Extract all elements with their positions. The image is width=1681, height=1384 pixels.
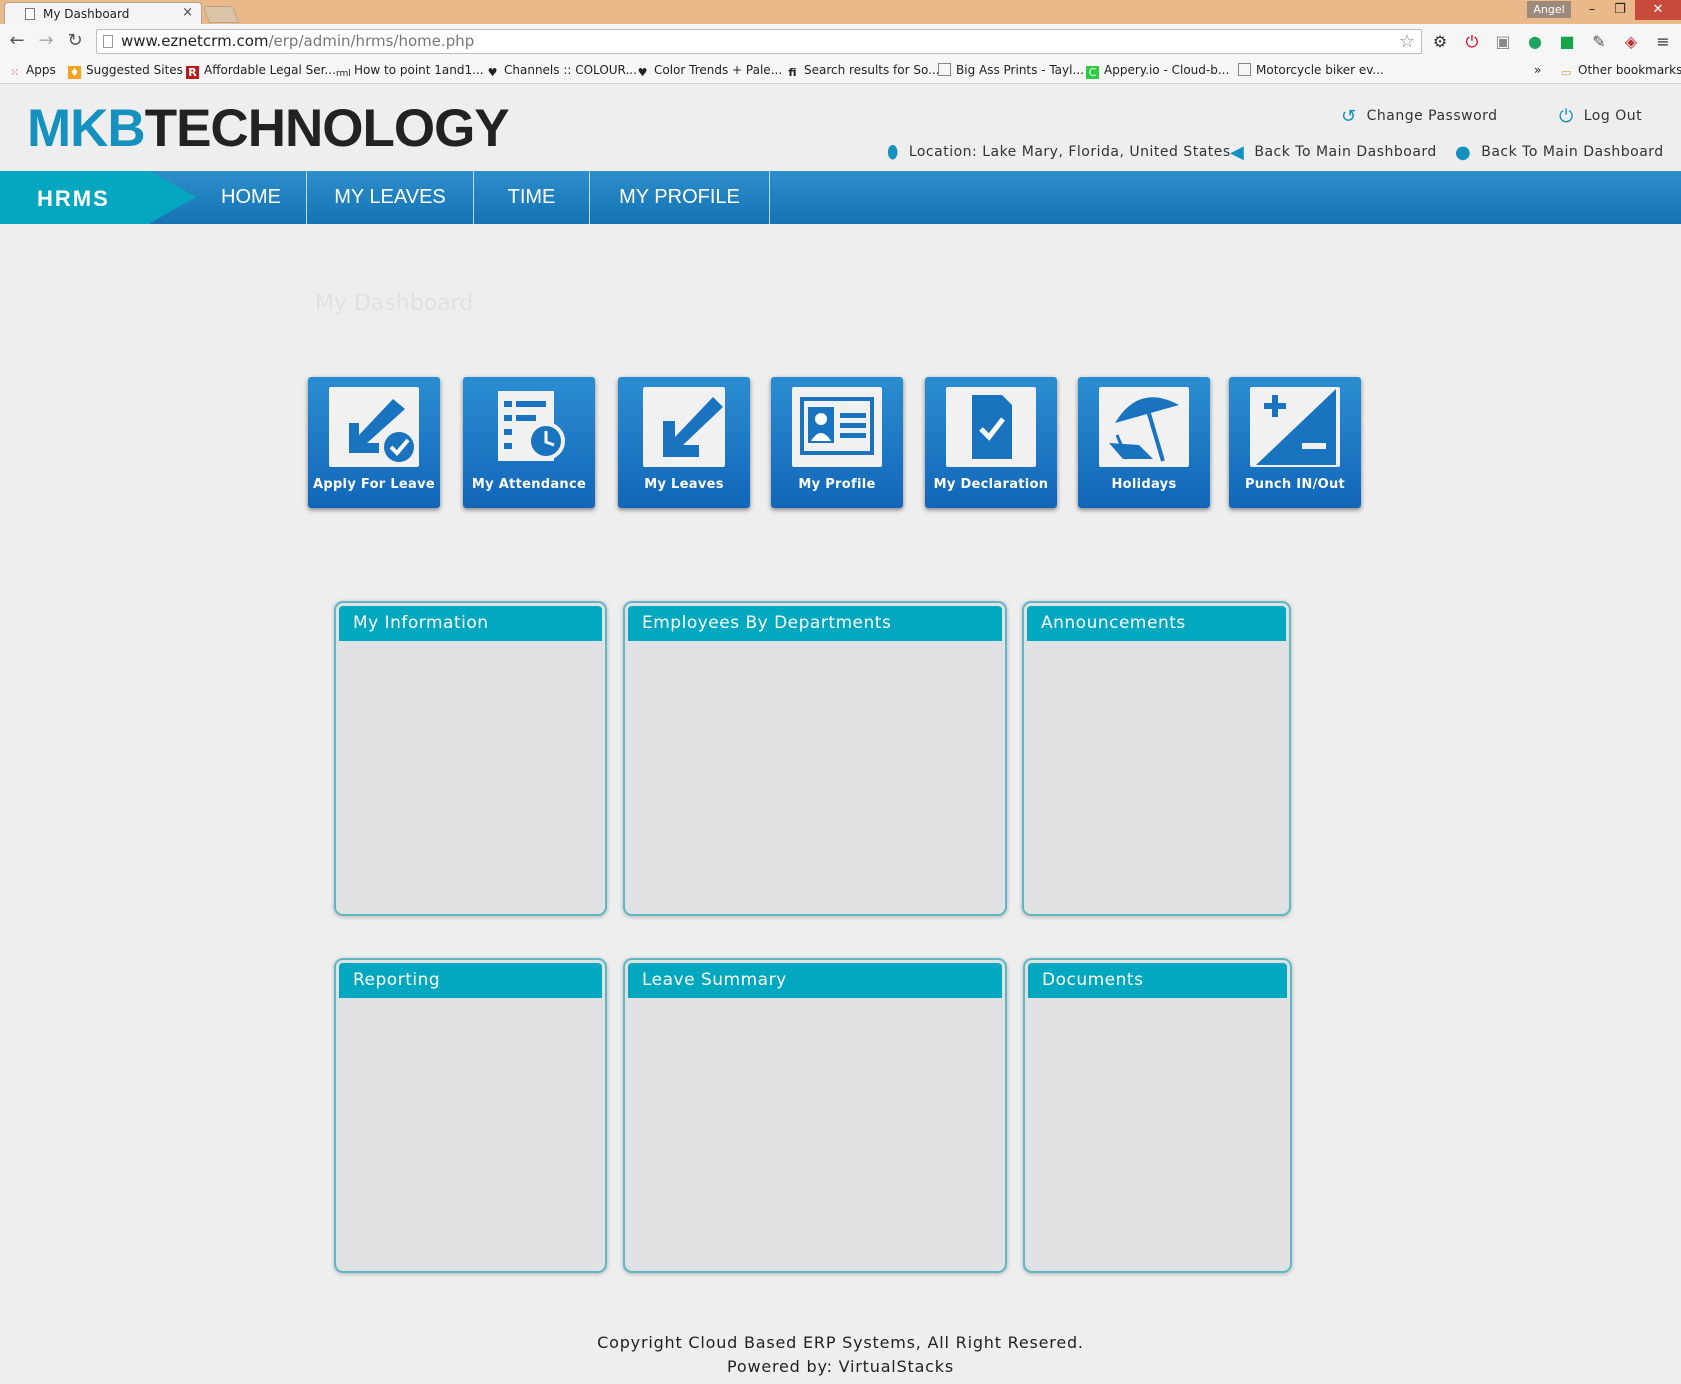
nav-time[interactable]: TIME xyxy=(474,171,590,224)
change-password-link[interactable]: ↺ Change Password xyxy=(1341,106,1498,127)
id-card-icon xyxy=(792,387,882,467)
bookmark-item[interactable]: Big Ass Prints - Tayl... xyxy=(938,63,1084,77)
tab-title: My Dashboard xyxy=(43,7,130,21)
browser-titlebar: My Dashboard × Angel – ❐ ✕ xyxy=(0,0,1681,24)
url-path: /erp/admin/hrms/home.php xyxy=(268,32,475,50)
page-title: My Dashboard xyxy=(315,291,474,316)
panel-title: Reporting xyxy=(339,963,602,998)
restore-button[interactable]: ❐ xyxy=(1606,0,1634,20)
back-to-main-dashboard-user-link[interactable]: ● Back To Main Dashboard xyxy=(1455,142,1664,163)
location-text: ⬮ Location: Lake Mary, Florida, United St… xyxy=(887,142,1231,163)
rml-site-icon: rml xyxy=(336,69,351,79)
nav-home[interactable]: HOME xyxy=(196,171,307,224)
address-toolbar: ← → ↻ www.eznetcrm.com/erp/admin/hrms/ho… xyxy=(0,24,1681,58)
window-close-button[interactable]: ✕ xyxy=(1635,0,1681,20)
footer-powered-by: Powered by: VirtualStacks xyxy=(727,1357,954,1376)
bookmark-item[interactable]: R Affordable Legal Ser... xyxy=(186,63,336,79)
leave-summary-panel: Leave Summary xyxy=(623,958,1007,1273)
map-pin-icon: ⬮ xyxy=(887,142,899,163)
green-ext-icon[interactable]: ■ xyxy=(1557,32,1577,52)
back-arrow-icon[interactable]: ← xyxy=(5,29,29,53)
bookmark-item[interactable]: C Appery.io - Cloud-b... xyxy=(1086,63,1229,79)
arrow-check-icon xyxy=(329,387,419,467)
nav-my-profile[interactable]: MY PROFILE xyxy=(590,171,770,224)
appery-icon: C xyxy=(1086,66,1099,79)
announcements-panel: Announcements xyxy=(1022,601,1291,916)
bookmark-item[interactable]: ♥ Color Trends + Pale... xyxy=(636,63,783,79)
log-out-link[interactable]: ⏻ Log Out xyxy=(1559,106,1642,127)
translate-ext-icon[interactable]: ◈ xyxy=(1621,32,1641,52)
folder-icon: ▭ xyxy=(1561,66,1572,79)
documents-panel: Documents xyxy=(1023,958,1292,1273)
bookmarks-bar: ⁙ Apps ♦ Suggested Sites R Affordable Legal… xyxy=(0,58,1681,84)
url-input[interactable]: www.eznetcrm.com/erp/admin/hrms/home.php… xyxy=(96,29,1422,54)
panel-title: My Information xyxy=(339,606,602,641)
document-icon xyxy=(938,63,951,76)
bookmark-item[interactable]: Motorcycle biker ev... xyxy=(1238,63,1384,77)
plus-minus-icon xyxy=(1250,387,1340,467)
panel-title: Announcements xyxy=(1027,606,1286,641)
hrms-module-badge[interactable]: HRMS xyxy=(0,171,196,224)
back-to-main-dashboard-link[interactable]: ◀ Back To Main Dashboard xyxy=(1230,142,1437,163)
my-declaration-tile[interactable]: My Declaration xyxy=(925,377,1057,508)
power-icon: ⏻ xyxy=(1559,106,1574,127)
fi-site-icon: fi xyxy=(788,66,797,79)
arrow-down-left-icon xyxy=(643,387,725,467)
bookmark-item[interactable]: rml How to point 1and1... xyxy=(336,63,484,81)
beach-umbrella-icon xyxy=(1099,387,1189,467)
company-logo[interactable]: MKBTECHNOLOGY xyxy=(27,98,510,159)
settings-gear-icon[interactable]: ⚙ xyxy=(1430,32,1450,52)
nav-my-leaves[interactable]: MY LEAVES xyxy=(307,171,474,224)
profile-badge[interactable]: Angel xyxy=(1527,1,1571,18)
tab-close-icon[interactable]: × xyxy=(182,5,193,20)
my-leaves-tile[interactable]: My Leaves xyxy=(618,377,750,508)
panel-title: Employees By Departments xyxy=(628,606,1002,641)
grammarly-icon[interactable]: ● xyxy=(1525,32,1545,52)
reload-icon[interactable]: ↻ xyxy=(63,29,87,53)
adblock-icon[interactable]: ⏻ xyxy=(1462,32,1482,52)
bookmark-item[interactable]: fi Search results for So... xyxy=(786,63,939,79)
holidays-tile[interactable]: Holidays xyxy=(1078,377,1210,508)
heart-icon: ♥ xyxy=(487,66,498,79)
apps-grid-icon: ⁙ xyxy=(9,66,20,79)
employees-by-departments-panel: Employees By Departments xyxy=(623,601,1007,916)
eyedropper-icon[interactable]: ✎ xyxy=(1589,32,1609,52)
suggested-sites-icon: ♦ xyxy=(68,66,81,79)
document-check-icon xyxy=(946,387,1036,467)
refresh-icon: ↺ xyxy=(1341,106,1357,127)
reporting-panel: Reporting xyxy=(334,958,607,1273)
panel-title: Documents xyxy=(1028,963,1287,998)
minimize-button[interactable]: – xyxy=(1578,0,1606,20)
linkedin-ext-icon[interactable]: ▣ xyxy=(1493,32,1513,52)
heart-icon: ♥ xyxy=(637,66,648,79)
my-attendance-tile[interactable]: My Attendance xyxy=(463,377,595,508)
caret-left-icon: ◀ xyxy=(1230,142,1245,163)
punch-in-out-tile[interactable]: Punch IN/Out xyxy=(1229,377,1361,508)
bookmark-item[interactable]: ♦ Suggested Sites xyxy=(68,63,183,79)
page-icon xyxy=(25,8,35,20)
forward-arrow-icon[interactable]: → xyxy=(34,29,58,53)
my-information-panel: My Information xyxy=(334,601,607,916)
schedule-clock-icon xyxy=(484,387,574,467)
bookmark-item[interactable]: ♥ Channels :: COLOUR... xyxy=(486,63,637,79)
apply-for-leave-tile[interactable]: Apply For Leave xyxy=(308,377,440,508)
user-icon: ● xyxy=(1455,142,1472,163)
browser-tab[interactable]: My Dashboard × xyxy=(4,2,202,24)
document-icon xyxy=(1238,63,1251,76)
menu-icon[interactable]: ≡ xyxy=(1653,32,1673,52)
other-bookmarks[interactable]: ▭ Other bookmarks xyxy=(1560,63,1681,79)
panel-title: Leave Summary xyxy=(628,963,1002,998)
bookmark-star-icon[interactable]: ☆ xyxy=(1399,30,1415,53)
my-profile-tile[interactable]: My Profile xyxy=(771,377,903,508)
bookmarks-overflow[interactable]: » xyxy=(1534,63,1541,77)
document-icon xyxy=(103,35,113,48)
url-host: www.eznetcrm.com xyxy=(121,32,269,50)
footer-copyright: Copyright Cloud Based ERP Systems, All R… xyxy=(597,1333,1084,1352)
r-site-icon: R xyxy=(186,66,199,79)
bookmark-item[interactable]: ⁙ Apps xyxy=(8,63,56,79)
new-tab-button[interactable] xyxy=(202,6,240,23)
